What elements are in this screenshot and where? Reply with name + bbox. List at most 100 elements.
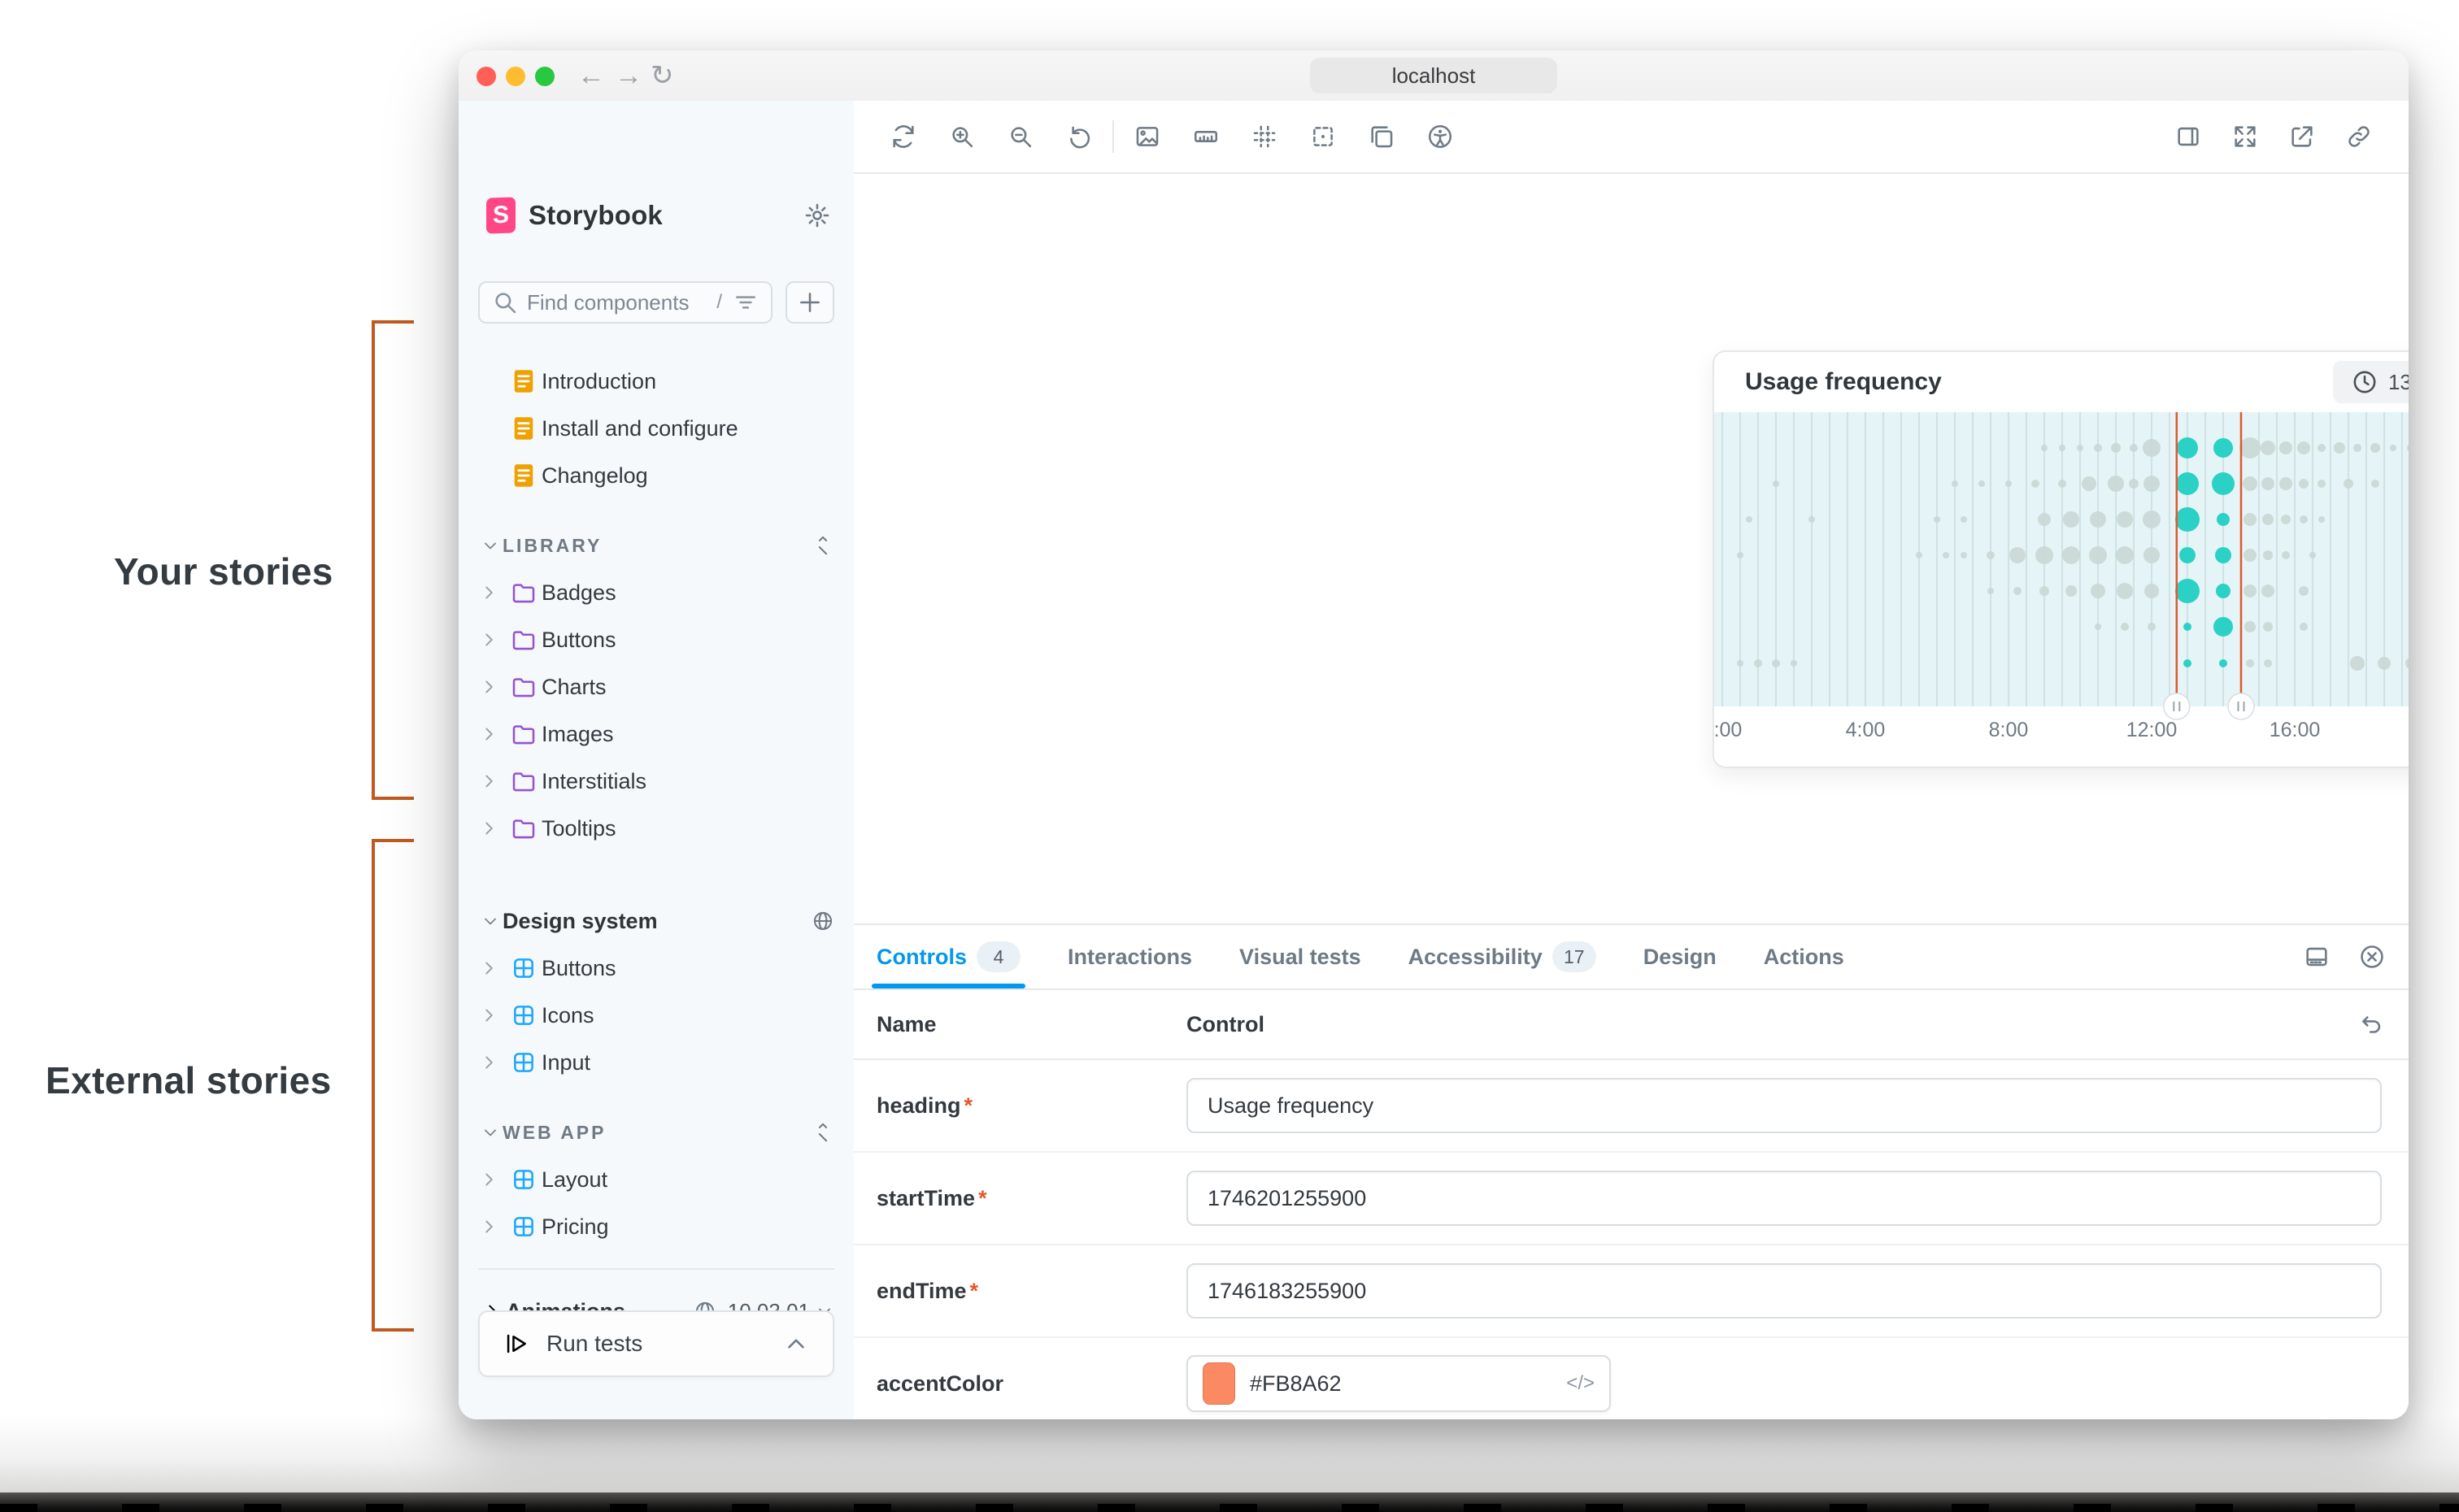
sidebar-folder-buttons[interactable]: Buttons [478, 616, 834, 663]
sidebar-folder-tooltips[interactable]: Tooltips [478, 805, 834, 852]
accessibility-icon[interactable] [1426, 123, 1454, 150]
sidebar-nav: IntroductionInstall and configureChangel… [478, 358, 834, 1335]
range-start-handle[interactable] [2164, 693, 2190, 719]
column-control: Control [1186, 1012, 1264, 1037]
tab-label: Interactions [1068, 945, 1192, 970]
tab-label: Controls [877, 945, 967, 970]
grid-icon[interactable] [1251, 123, 1278, 150]
column-name: Name [877, 1012, 1186, 1037]
control-row-startTime: startTime*1746201255900 [854, 1153, 2409, 1245]
control-row-accentColor: accentColor#FB8A62</> [854, 1338, 2409, 1419]
accentColor-input[interactable]: #FB8A62</> [1186, 1355, 1611, 1412]
section-title: WEB APP [503, 1122, 607, 1144]
chevron-down-icon [478, 911, 503, 931]
panel-position-icon[interactable] [2303, 943, 2331, 971]
heading-input[interactable]: Usage frequency [1186, 1078, 2382, 1133]
tab-badge: 17 [1552, 941, 1596, 972]
sidebar-folder-images[interactable]: Images [478, 710, 834, 758]
section-library[interactable]: LIBRARY [478, 522, 834, 569]
tab-visual-tests[interactable]: Visual tests [1239, 925, 1361, 988]
browser-back-icon[interactable]: ← [577, 50, 605, 101]
sidebar-component-buttons[interactable]: Buttons [478, 945, 834, 992]
chevron-right-icon [478, 629, 506, 650]
sidebar-component-input[interactable]: Input [478, 1039, 834, 1086]
close-window-button[interactable] [477, 67, 496, 86]
folder-icon [506, 721, 542, 747]
endTime-input[interactable]: 1746183255900 [1186, 1263, 2382, 1319]
storybook-logo-icon[interactable]: S [486, 197, 516, 233]
required-asterisk: * [964, 1093, 973, 1118]
x-axis-labels: 0:004:008:0012:0016:0020:00 [1714, 719, 2409, 741]
browser-reload-icon[interactable]: ↻ [651, 50, 674, 101]
reset-controls-icon[interactable] [2358, 1010, 2386, 1038]
nav-item-label: Icons [542, 1003, 594, 1028]
tab-interactions[interactable]: Interactions [1068, 925, 1192, 988]
search-icon [491, 289, 519, 316]
open-new-tab-icon[interactable] [2288, 123, 2316, 150]
sidebar-folder-charts[interactable]: Charts [478, 663, 834, 710]
run-tests-button[interactable]: Run tests [478, 1310, 834, 1377]
chevron-down-icon [478, 1123, 503, 1142]
doc-icon [506, 367, 542, 395]
filter-icon[interactable] [732, 289, 759, 316]
color-swatch[interactable] [1203, 1362, 1235, 1405]
globe-icon[interactable] [812, 910, 834, 932]
preview-canvas: Usage frequency 13:30 – 14:30 0:004:008:… [854, 101, 2409, 1419]
outline-icon[interactable] [1309, 123, 1337, 150]
close-panel-icon[interactable] [2358, 943, 2386, 971]
range-end-handle[interactable] [2228, 693, 2254, 719]
search-input[interactable]: Find components / [478, 281, 773, 324]
section-web-app[interactable]: WEB APP [478, 1109, 834, 1156]
address-bar[interactable]: localhost [1310, 58, 1557, 93]
measure-icon[interactable] [1192, 123, 1220, 150]
tab-controls[interactable]: Controls4 [877, 925, 1021, 988]
sidebar-doc-changelog[interactable]: Changelog [478, 452, 834, 499]
chevron-right-icon [478, 676, 506, 697]
sidebar-doc-introduction[interactable]: Introduction [478, 358, 834, 405]
nav-item-label: Tooltips [542, 816, 616, 841]
browser-window: ← → ↻ localhost S Storybook Find compone… [459, 50, 2409, 1419]
create-story-button[interactable] [786, 281, 834, 324]
tab-actions[interactable]: Actions [1764, 925, 1844, 988]
minimize-window-button[interactable] [506, 67, 525, 86]
raw-value-icon[interactable]: </> [1566, 1372, 1595, 1395]
gear-icon[interactable] [803, 202, 831, 229]
chevron-right-icon [478, 1169, 506, 1190]
sidebar-component-layout[interactable]: Layout [478, 1156, 834, 1203]
required-asterisk: * [970, 1279, 979, 1303]
tab-accessibility[interactable]: Accessibility17 [1408, 925, 1596, 988]
zoom-window-button[interactable] [535, 67, 555, 86]
chevron-right-icon [478, 818, 506, 839]
fullscreen-icon[interactable] [2231, 123, 2259, 150]
toolbar-left-group [890, 123, 1093, 150]
sidebar-doc-install-and-configure[interactable]: Install and configure [478, 405, 834, 452]
sidebar-folder-badges[interactable]: Badges [478, 569, 834, 616]
sidebar-component-pricing[interactable]: Pricing [478, 1203, 834, 1250]
brand-name[interactable]: Storybook [529, 200, 663, 231]
startTime-input[interactable]: 1746201255900 [1186, 1171, 2382, 1226]
plus-icon [796, 289, 824, 316]
browser-forward-icon[interactable]: → [615, 50, 642, 101]
desk-background [0, 1414, 2459, 1496]
background-icon[interactable] [1134, 123, 1161, 150]
zoom-reset-icon[interactable] [1065, 123, 1093, 150]
sidebar-toggle-icon[interactable] [2174, 123, 2202, 150]
remount-icon[interactable] [890, 123, 917, 150]
sidebar-component-icons[interactable]: Icons [478, 992, 834, 1039]
folder-icon [506, 674, 542, 700]
copy-link-icon[interactable] [2345, 123, 2373, 150]
sidebar-folder-interstitials[interactable]: Interstitials [478, 758, 834, 805]
expander-icon[interactable] [812, 1121, 834, 1144]
section-design-system[interactable]: Design system [478, 897, 834, 945]
toolbar-divider [1112, 120, 1114, 153]
component-icon [506, 1002, 542, 1028]
tab-design[interactable]: Design [1643, 925, 1717, 988]
addon-panel: Controls4 Interactions Visual tests Accessi… [854, 923, 2409, 1419]
zoom-out-icon[interactable] [1007, 123, 1034, 150]
expander-icon[interactable] [812, 534, 834, 557]
zoom-in-icon[interactable] [948, 123, 976, 150]
chevron-up-icon[interactable] [782, 1330, 810, 1358]
laptop-bezel [0, 1492, 2459, 1512]
tab-label: Actions [1764, 945, 1844, 970]
viewport-icon[interactable] [1368, 123, 1395, 150]
